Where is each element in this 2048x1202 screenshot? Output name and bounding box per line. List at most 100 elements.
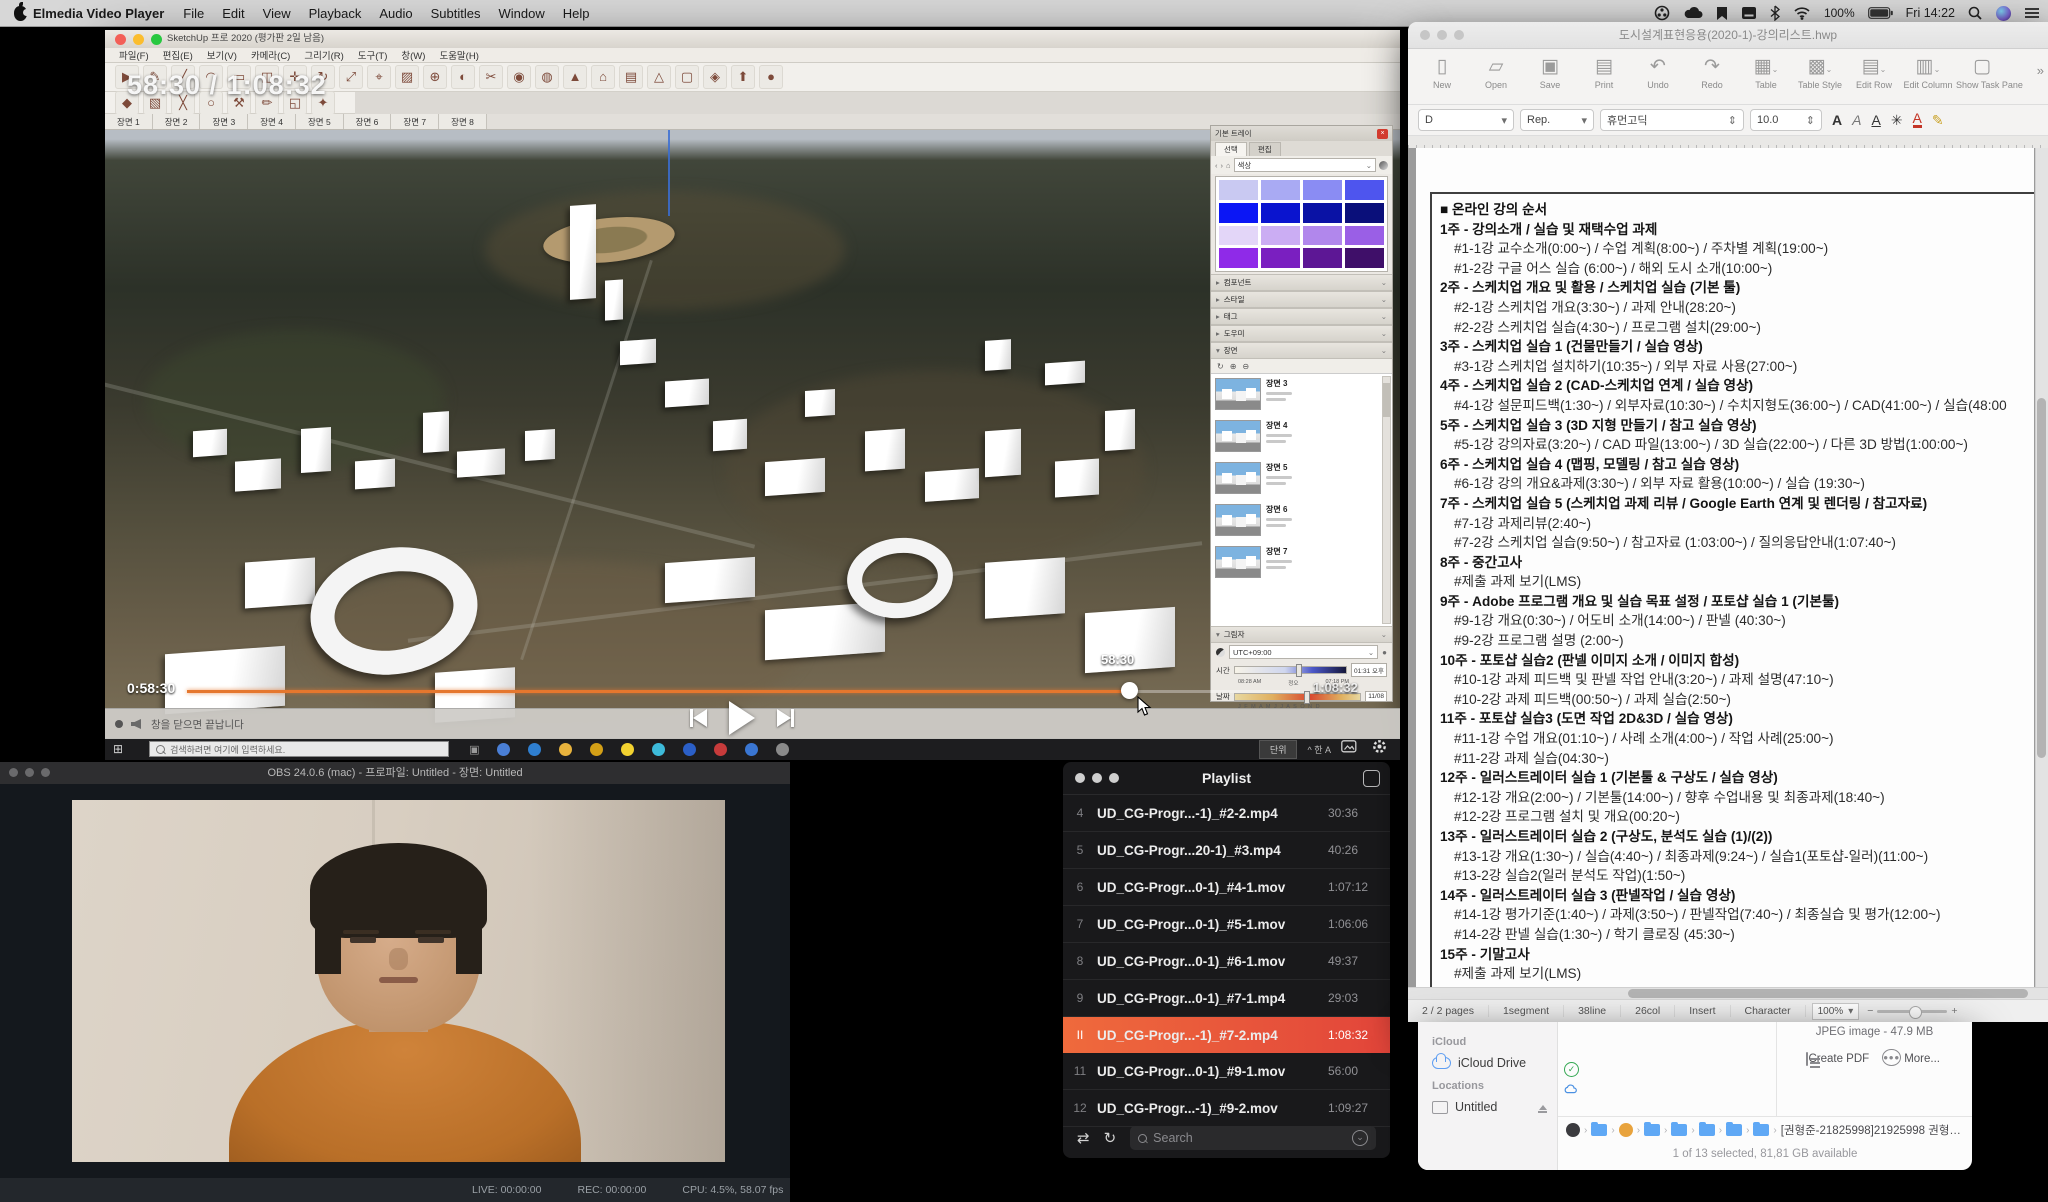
repeat-icon[interactable]: ↻ [1104,1129,1117,1147]
next-button[interactable] [777,709,794,727]
sidebar-item-untitled[interactable]: Untitled [1432,1096,1557,1118]
eject-icon[interactable] [1538,1101,1547,1113]
menu-item[interactable]: Help [563,6,590,21]
obs-status-icon[interactable] [1654,5,1670,21]
obs-title-bar[interactable]: OBS 24.0.6 (mac) - 프로파일: Untitled - 장면: … [0,762,790,784]
playlist-row[interactable]: 5 UD_CG-Progr...20-1)_#3.mp4 40:26 [1063,832,1390,869]
zoom-window-button[interactable] [1454,30,1464,40]
font-size-select[interactable]: 10.0⇕ [1750,109,1822,131]
font-family-select[interactable]: 휴먼고딕⇕ [1600,109,1744,131]
document-page[interactable]: ■ 온라인 강의 순서1주 - 강의소개 / 실습 및 재택수업 과제#1-1강… [1416,148,2034,988]
menu-item[interactable]: File [183,6,204,21]
control-center-icon[interactable] [2024,7,2040,19]
obs-traffic-lights[interactable] [9,768,50,777]
minimize-window-button[interactable] [133,34,144,45]
menu-item[interactable]: View [263,6,291,21]
wifi-icon[interactable] [1793,6,1811,20]
shuffle-icon[interactable]: ⇄ [1077,1129,1090,1147]
volume-icon[interactable] [131,719,141,729]
video-player-window[interactable]: SketchUp 프로 2020 (평가판 2일 남음) 파일(F)편집(E)보… [105,30,1400,760]
playlist-traffic-lights[interactable] [1075,773,1119,783]
hwp-toolbar-button[interactable]: ▱ Open [1470,55,1522,90]
play-button[interactable] [729,701,755,735]
zoom-out-button[interactable]: − [1867,1005,1873,1017]
hwp-toolbar-button[interactable]: ▦⌄ Table [1740,55,1792,90]
sidebar-item-icloud-drive[interactable]: iCloud Drive [1432,1052,1557,1074]
zoom-level-select[interactable]: 100%▾ [1812,1003,1860,1020]
finder-main: ✓ JPEG image - 47.9 MB Create PDF ••• Mo… [1558,1022,1972,1170]
spotlight-icon[interactable] [1968,6,1983,21]
minimize-window-button[interactable] [1092,773,1102,783]
vertical-scrollbar[interactable] [2035,148,2048,988]
zoom-in-button[interactable]: + [1951,1005,1957,1017]
highlight-button[interactable]: ✎ [1932,112,1944,129]
hwp-toolbar-button[interactable]: ▩⌄ Table Style [1794,55,1846,90]
playlist-row[interactable]: 9 UD_CG-Progr...0-1)_#7-1.mp4 29:03 [1063,980,1390,1017]
toolbar-overflow-icon[interactable]: » [2037,55,2044,78]
fullscreen-icon[interactable] [1341,740,1357,758]
cloud-status-icon[interactable] [1683,6,1703,20]
zoom-window-button[interactable] [1109,773,1119,783]
minimize-window-button[interactable] [1437,30,1447,40]
char-style-select[interactable]: Rep.▾ [1520,109,1594,131]
caret-right-icon: ▸ [1216,329,1220,338]
chevron-down-circle-icon[interactable]: ⌄ [1352,1130,1368,1146]
zoom-window-button[interactable] [41,768,50,777]
app-name[interactable]: Elmedia Video Player [33,6,164,21]
close-window-button[interactable] [1420,30,1430,40]
minimize-window-button[interactable] [25,768,34,777]
hwp-traffic-lights[interactable] [1420,30,1464,40]
playlist-row[interactable]: 7 UD_CG-Progr...0-1)_#5-1.mov 1:06:06 [1063,906,1390,943]
char-shape-button[interactable]: ✳ [1891,112,1903,129]
sketchup-tool-icon: ✂ [479,65,503,89]
hwp-toolbar-button[interactable]: ▢ Show Task Pane [1956,55,2008,90]
breadcrumb[interactable]: › › › › › › › › [권형준-21825998]21925998 권… [1558,1116,1972,1143]
menu-item[interactable]: Audio [379,6,412,21]
menu-item[interactable]: Window [498,6,544,21]
underline-button[interactable]: A [1871,112,1880,128]
progress-handle[interactable] [1121,682,1138,699]
gear-icon[interactable] [1371,738,1388,760]
siri-icon[interactable] [1996,6,2011,21]
italic-button[interactable]: A [1852,112,1861,128]
hwp-toolbar-button[interactable]: ▯ New [1416,55,1468,90]
bold-button[interactable]: A [1832,112,1842,128]
menu-item[interactable]: Subtitles [431,6,481,21]
playlist-row[interactable]: 11 UD_CG-Progr...0-1)_#9-1.mov 56:00 [1063,1053,1390,1090]
apple-menu-icon[interactable] [14,6,27,21]
hwp-toolbar-button[interactable]: ▥⌄ Edit Column [1902,55,1954,90]
hwp-toolbar-button[interactable]: ▤ Print [1578,55,1630,90]
hwp-toolbar-button[interactable]: ↷ Redo [1686,55,1738,90]
hwp-toolbar-button[interactable]: ↶ Undo [1632,55,1684,90]
close-window-button[interactable] [115,34,126,45]
playlist-row[interactable]: 6 UD_CG-Progr...0-1)_#4-1.mov 1:07:12 [1063,869,1390,906]
bulb-icon: ● [1382,648,1387,657]
hwp-toolbar-button[interactable]: ▣ Save [1524,55,1576,90]
paragraph-style-select[interactable]: D▾ [1418,109,1514,131]
close-window-button[interactable] [1075,773,1085,783]
hwp-toolbar-button[interactable]: ▤⌄ Edit Row [1848,55,1900,90]
menu-item[interactable]: Edit [222,6,244,21]
create-pdf-button[interactable]: Create PDF [1803,1053,1873,1065]
menu-item[interactable]: Playback [309,6,362,21]
zoom-slider[interactable] [1877,1010,1947,1013]
playlist-search-input[interactable]: Search ⌄ [1130,1126,1376,1150]
zoom-window-button[interactable] [151,34,162,45]
more-button[interactable]: ••• More... [1876,1048,1946,1068]
close-window-button[interactable] [9,768,18,777]
playlist-row[interactable]: II UD_CG-Progr...-1)_#7-2.mp4 1:08:32 [1063,1017,1390,1053]
hwp-document-area[interactable]: ■ 온라인 강의 순서1주 - 강의소개 / 실습 및 재택수업 과제#1-1강… [1408,148,2048,988]
font-color-button[interactable]: A [1913,112,1922,128]
menu-bar-clock[interactable]: Fri 14:22 [1906,6,1955,20]
playlist-row[interactable]: 4 UD_CG-Progr...-1)_#2-2.mp4 30:36 [1063,795,1390,832]
playlist-title-bar[interactable]: Playlist [1063,762,1390,795]
player-menu-dot-icon[interactable] [115,720,123,728]
bluetooth-icon[interactable] [1770,5,1780,21]
previous-button[interactable] [690,709,707,727]
bookmark-status-icon[interactable] [1716,6,1728,21]
window-traffic-lights[interactable] [115,34,162,45]
hwp-title-bar[interactable]: 도시설계표현응용(2020-1)-강의리스트.hwp [1408,22,2048,49]
playlist-row[interactable]: 8 UD_CG-Progr...0-1)_#6-1.mov 49:37 [1063,943,1390,980]
playlist-mode-icon[interactable] [1363,770,1380,787]
keyboard-status-icon[interactable] [1741,6,1757,20]
